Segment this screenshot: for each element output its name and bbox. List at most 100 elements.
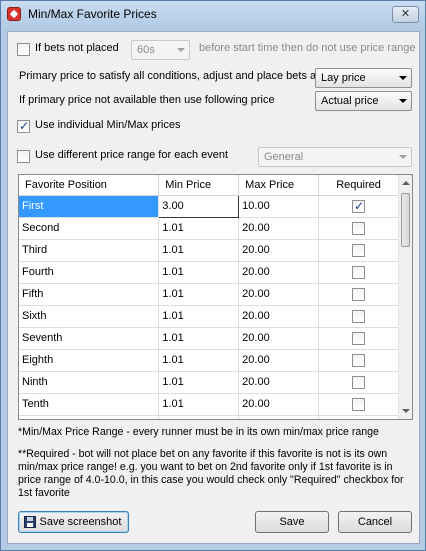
cell-position[interactable]: Second [19, 217, 160, 240]
table-row[interactable]: Seventh 1.01 20.00 [19, 327, 399, 350]
required-checkbox[interactable] [352, 331, 366, 345]
required-checkbox[interactable] [352, 287, 366, 301]
save-screenshot-button[interactable]: Save screenshot [18, 511, 129, 533]
cancel-button[interactable]: Cancel [338, 511, 412, 533]
cell-min[interactable]: 3.00 [158, 194, 240, 218]
close-button[interactable]: ✕ [392, 6, 419, 23]
cell-min[interactable]: 1.01 [158, 239, 240, 262]
required-note: **Required - bot will not place bet on a… [18, 448, 404, 499]
chevron-down-icon [399, 76, 407, 80]
cell-required[interactable] [318, 415, 399, 419]
table-row[interactable]: Tenth 1.01 20.00 [19, 393, 399, 416]
save-button[interactable]: Save [255, 511, 329, 533]
cell-max[interactable]: 20.00 [238, 305, 320, 328]
cell-min[interactable]: 1.01 [158, 349, 240, 372]
table-row[interactable]: Eighth 1.01 20.00 [19, 349, 399, 372]
cell-max[interactable]: 20.00 [238, 283, 320, 306]
cell-required[interactable] [318, 261, 399, 284]
cell-position[interactable]: First [19, 195, 160, 218]
table-row[interactable]: Fifth 1.01 20.00 [19, 283, 399, 306]
column-header[interactable]: Max Price [238, 175, 320, 196]
cell-min[interactable] [158, 415, 240, 419]
scroll-down-icon[interactable] [402, 409, 410, 413]
cell-position[interactable]: Sixth [19, 305, 160, 328]
use-individual-checkbox[interactable] [17, 119, 30, 133]
cell-min[interactable]: 1.01 [158, 217, 240, 240]
table-row[interactable]: Sixth 1.01 20.00 [19, 305, 399, 328]
cell-required[interactable] [318, 195, 399, 218]
required-checkbox[interactable] [352, 353, 366, 367]
cell-position[interactable]: Fourth [19, 261, 160, 284]
cell-max[interactable]: 20.00 [238, 261, 320, 284]
cell-min[interactable]: 1.01 [158, 305, 240, 328]
cell-position[interactable]: Eighth [19, 349, 160, 372]
cell-required[interactable] [318, 393, 399, 416]
table-row[interactable]: Fourth 1.01 20.00 [19, 261, 399, 284]
cell-position[interactable] [19, 415, 160, 419]
favorites-grid[interactable]: Favorite Position Min Price Max Price Re… [18, 174, 413, 420]
required-checkbox[interactable] [352, 397, 366, 411]
cell-required[interactable] [318, 371, 399, 394]
different-range-checkbox[interactable] [17, 150, 30, 163]
cell-required[interactable] [318, 327, 399, 350]
required-checkbox[interactable] [352, 243, 366, 257]
fallback-price-label: If primary price not available then use … [19, 94, 275, 106]
cell-min[interactable]: 1.01 [158, 393, 240, 416]
column-header[interactable]: Favorite Position [19, 175, 160, 196]
required-checkbox[interactable] [352, 309, 366, 323]
cell-max[interactable]: 20.00 [238, 327, 320, 350]
table-row[interactable]: Second 1.01 20.00 [19, 217, 399, 240]
table-row[interactable] [19, 415, 399, 419]
cell-min[interactable]: 1.01 [158, 327, 240, 350]
title-bar[interactable]: Min/Max Favorite Prices ✕ [1, 1, 425, 27]
cell-required[interactable] [318, 217, 399, 240]
cell-max[interactable]: 20.00 [238, 371, 320, 394]
cell-position[interactable]: Ninth [19, 371, 160, 394]
cell-required[interactable] [318, 283, 399, 306]
table-row[interactable]: Third 1.01 20.00 [19, 239, 399, 262]
cell-min[interactable]: 1.01 [158, 261, 240, 284]
cell-position[interactable]: Seventh [19, 327, 160, 350]
cell-max[interactable]: 20.00 [238, 393, 320, 416]
primary-price-label: Primary price to satisfy all conditions,… [19, 70, 320, 82]
primary-price-select[interactable]: Lay price [315, 68, 412, 88]
required-checkbox[interactable] [352, 375, 366, 389]
floppy-disk-icon [24, 516, 36, 528]
scroll-thumb[interactable] [401, 193, 410, 247]
cell-min[interactable]: 1.01 [158, 283, 240, 306]
cell-max[interactable] [238, 415, 320, 419]
before-start-text: before start time then do not use price … [199, 42, 416, 54]
cell-required[interactable] [318, 305, 399, 328]
cell-max[interactable]: 20.00 [238, 239, 320, 262]
favorites-table: Favorite Position Min Price Max Price Re… [19, 175, 399, 419]
cell-position[interactable]: Third [19, 239, 160, 262]
close-icon: ✕ [400, 8, 411, 20]
table-row[interactable]: Ninth 1.01 20.00 [19, 371, 399, 394]
required-checkbox[interactable] [352, 265, 366, 279]
event-select[interactable]: General [258, 147, 412, 167]
cell-max[interactable]: 20.00 [238, 349, 320, 372]
fallback-price-value: Actual price [321, 95, 379, 107]
table-row[interactable]: First 3.00 10.00 [19, 194, 399, 218]
cell-position[interactable]: Tenth [19, 393, 160, 416]
fallback-price-select[interactable]: Actual price [315, 91, 412, 111]
cell-required[interactable] [318, 239, 399, 262]
scroll-up-icon[interactable] [402, 181, 410, 185]
time-select[interactable]: 60s [131, 40, 190, 60]
cell-max[interactable]: 10.00 [238, 195, 320, 218]
chevron-down-icon [399, 155, 407, 159]
cell-required[interactable] [318, 349, 399, 372]
primary-price-value: Lay price [321, 72, 366, 84]
required-checkbox[interactable] [352, 221, 366, 235]
required-checkbox[interactable] [352, 199, 366, 213]
range-note: *Min/Max Price Range - every runner must… [18, 426, 379, 438]
column-header[interactable]: Required [318, 175, 399, 196]
cell-min[interactable]: 1.01 [158, 371, 240, 394]
cell-max[interactable]: 20.00 [238, 217, 320, 240]
column-header[interactable]: Min Price [158, 175, 240, 196]
bets-not-placed-checkbox[interactable] [17, 43, 30, 56]
grid-scrollbar[interactable] [398, 175, 412, 419]
different-range-label: Use different price range for each event [35, 149, 229, 161]
cell-position[interactable]: Fifth [19, 283, 160, 306]
dialog-window: Min/Max Favorite Prices ✕ If bets not pl… [0, 0, 426, 551]
